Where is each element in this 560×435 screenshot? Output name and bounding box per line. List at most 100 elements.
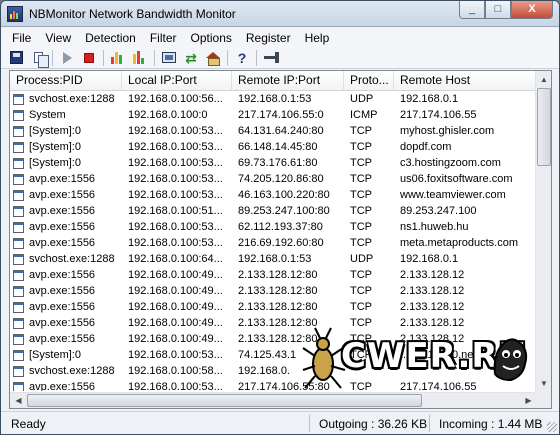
table-row[interactable]: avp.exe:1556 192.168.0.100:49... 2.133.128… bbox=[10, 331, 537, 347]
minimize-button[interactable]: _ bbox=[459, 1, 485, 19]
process-pid-label: [System]:0 bbox=[29, 157, 81, 169]
cell-remote-host: 217.174.106.55 bbox=[400, 381, 477, 391]
cell-remote-ip-port: 74.205.120.86:80 bbox=[238, 173, 324, 185]
scroll-up-icon[interactable]: ▲ bbox=[536, 71, 552, 88]
outgoing-total: Outgoing : 36.26 KB bbox=[319, 417, 428, 431]
process-window-icon bbox=[13, 301, 24, 313]
cell-remote-ip-port: 216.69.192.60:80 bbox=[238, 237, 324, 249]
status-divider bbox=[429, 415, 430, 432]
process-pid-label: avp.exe:1556 bbox=[29, 221, 96, 233]
horizontal-scroll-thumb[interactable] bbox=[27, 394, 422, 407]
table-row[interactable]: avp.exe:1556 192.168.0.100:53... 74.205.12… bbox=[10, 171, 537, 187]
start-button[interactable] bbox=[57, 49, 77, 67]
horizontal-scrollbar[interactable]: ◀ ▶ bbox=[10, 392, 537, 408]
menu-help[interactable]: Help bbox=[298, 31, 337, 45]
column-protocol[interactable]: Proto... bbox=[344, 71, 394, 91]
copy-button[interactable] bbox=[28, 49, 49, 68]
table-row[interactable]: System 192.168.0.100:0 217.174.106.55:0 ICM… bbox=[10, 107, 537, 123]
title-bar[interactable]: NBMonitor Network Bandwidth Monitor _ □ … bbox=[1, 1, 559, 27]
cell-remote-ip-port: 192.168.0. bbox=[238, 365, 290, 377]
cell-protocol: TCP bbox=[350, 141, 372, 153]
process-window-icon bbox=[13, 93, 24, 105]
resize-grip-icon[interactable] bbox=[547, 422, 557, 432]
toolbar-separator bbox=[103, 49, 104, 66]
menu-filter[interactable]: Filter bbox=[143, 31, 184, 45]
monitor-button[interactable] bbox=[159, 49, 179, 67]
table-row[interactable]: avp.exe:1556 192.168.0.100:49... 2.133.128… bbox=[10, 283, 537, 299]
cell-process-pid: [System]:0 bbox=[10, 141, 122, 153]
refresh-button[interactable]: ⇄ bbox=[181, 49, 201, 67]
cell-remote-ip-port: 74.125.43.1 bbox=[238, 349, 297, 361]
menu-options[interactable]: Options bbox=[184, 31, 239, 45]
cell-local-ip-port: 192.168.0.100:53... bbox=[128, 221, 223, 233]
cell-remote-host: 89.253.247.100 bbox=[400, 205, 477, 217]
process-window-icon bbox=[13, 349, 24, 361]
app-logo-icon[interactable] bbox=[7, 6, 23, 22]
cell-process-pid: avp.exe:1556 bbox=[10, 205, 122, 217]
cell-local-ip-port: 192.168.0.100:0 bbox=[128, 109, 208, 121]
table-row[interactable]: avp.exe:1556 192.168.0.100:49... 2.133.128… bbox=[10, 299, 537, 315]
table-row[interactable]: avp.exe:1556 192.168.0.100:49... 2.133.128… bbox=[10, 315, 537, 331]
home-button[interactable] bbox=[203, 49, 223, 67]
column-remote-host[interactable]: Remote Host bbox=[394, 71, 537, 91]
cell-remote-ip-port: 2.133.128.12:80 bbox=[238, 269, 318, 281]
close-button[interactable]: X bbox=[511, 1, 553, 19]
cell-protocol: TCP bbox=[350, 237, 372, 249]
table-row[interactable]: [System]:0 192.168.0.100:53... 74.125.43.1… bbox=[10, 347, 537, 363]
cell-remote-ip-port: 69.73.176.61:80 bbox=[238, 157, 318, 169]
table-row[interactable]: [System]:0 192.168.0.100:53... 64.131.64.2… bbox=[10, 123, 537, 139]
cell-remote-host: myhost.ghisler.com bbox=[400, 125, 495, 137]
process-window-icon bbox=[13, 317, 24, 329]
table-row[interactable]: avp.exe:1556 192.168.0.100:53... 62.112.19… bbox=[10, 219, 537, 235]
column-remote-ip-port[interactable]: Remote IP:Port bbox=[232, 71, 344, 91]
menu-view[interactable]: View bbox=[38, 31, 78, 45]
table-row[interactable]: avp.exe:1556 192.168.0.100:51... 89.253.24… bbox=[10, 203, 537, 219]
cell-protocol: TCP bbox=[350, 205, 372, 217]
cell-local-ip-port: 192.168.0.100:58... bbox=[128, 365, 223, 377]
bandwidth-chart-button[interactable] bbox=[130, 49, 150, 67]
cell-process-pid: [System]:0 bbox=[10, 125, 122, 137]
cell-remote-host: 2.133.128.12 bbox=[400, 301, 465, 313]
table-row[interactable]: avp.exe:1556 192.168.0.100:53... 217.174.1… bbox=[10, 379, 537, 391]
scroll-left-icon[interactable]: ◀ bbox=[10, 393, 27, 409]
stop-button[interactable] bbox=[79, 49, 99, 67]
bandwidth-graph-button[interactable] bbox=[108, 49, 128, 67]
table-row[interactable]: avp.exe:1556 192.168.0.100:49... 2.133.128… bbox=[10, 267, 537, 283]
cell-process-pid: avp.exe:1556 bbox=[10, 189, 122, 201]
process-pid-label: avp.exe:1556 bbox=[29, 173, 96, 185]
cell-remote-ip-port: 192.168.0.1:53 bbox=[238, 253, 312, 265]
column-process-pid[interactable]: Process:PID bbox=[10, 71, 122, 91]
pin-button[interactable] bbox=[261, 49, 281, 67]
table-row[interactable]: avp.exe:1556 192.168.0.100:53... 216.69.19… bbox=[10, 235, 537, 251]
vertical-scroll-thumb[interactable] bbox=[537, 88, 551, 166]
save-button[interactable] bbox=[6, 49, 26, 67]
table-row[interactable]: [System]:0 192.168.0.100:53... 66.148.14.4… bbox=[10, 139, 537, 155]
status-divider bbox=[309, 415, 310, 432]
menu-file[interactable]: File bbox=[5, 31, 38, 45]
process-window-icon bbox=[13, 253, 24, 265]
scroll-corner bbox=[535, 392, 551, 408]
connections-list[interactable]: Process:PID Local IP:Port Remote IP:Port… bbox=[9, 70, 552, 409]
process-pid-label: svchost.exe:1288 bbox=[29, 253, 115, 265]
menu-register[interactable]: Register bbox=[239, 31, 298, 45]
save-icon bbox=[9, 51, 23, 64]
help-button[interactable]: ? bbox=[232, 49, 252, 67]
cell-remote-host: 2.133.128.12 bbox=[400, 333, 465, 345]
menu-detection[interactable]: Detection bbox=[78, 31, 143, 45]
column-local-ip-port[interactable]: Local IP:Port bbox=[122, 71, 232, 91]
cell-remote-ip-port: 2.133.128.12:80 bbox=[238, 317, 318, 329]
table-row[interactable]: svchost.exe:1288 192.168.0.100:56... 192.1… bbox=[10, 91, 537, 107]
cell-process-pid: avp.exe:1556 bbox=[10, 173, 122, 185]
table-row[interactable]: svchost.exe:1288 192.168.0.100:64... 192.1… bbox=[10, 251, 537, 267]
table-row[interactable]: avp.exe:1556 192.168.0.100:53... 46.163.10… bbox=[10, 187, 537, 203]
scroll-down-icon[interactable]: ▼ bbox=[536, 375, 552, 392]
process-window-icon bbox=[13, 333, 24, 345]
cell-local-ip-port: 192.168.0.100:49... bbox=[128, 269, 223, 281]
start-icon bbox=[62, 51, 72, 64]
table-row[interactable]: [System]:0 192.168.0.100:53... 69.73.176.6… bbox=[10, 155, 537, 171]
vertical-scrollbar[interactable]: ▲ ▼ bbox=[535, 71, 551, 392]
cell-remote-ip-port: 2.133.128.12:80 bbox=[238, 333, 318, 345]
maximize-button[interactable]: □ bbox=[485, 1, 511, 19]
table-row[interactable]: svchost.exe:1288 192.168.0.100:58... 192.1… bbox=[10, 363, 537, 379]
cell-protocol: TCP bbox=[350, 157, 372, 169]
